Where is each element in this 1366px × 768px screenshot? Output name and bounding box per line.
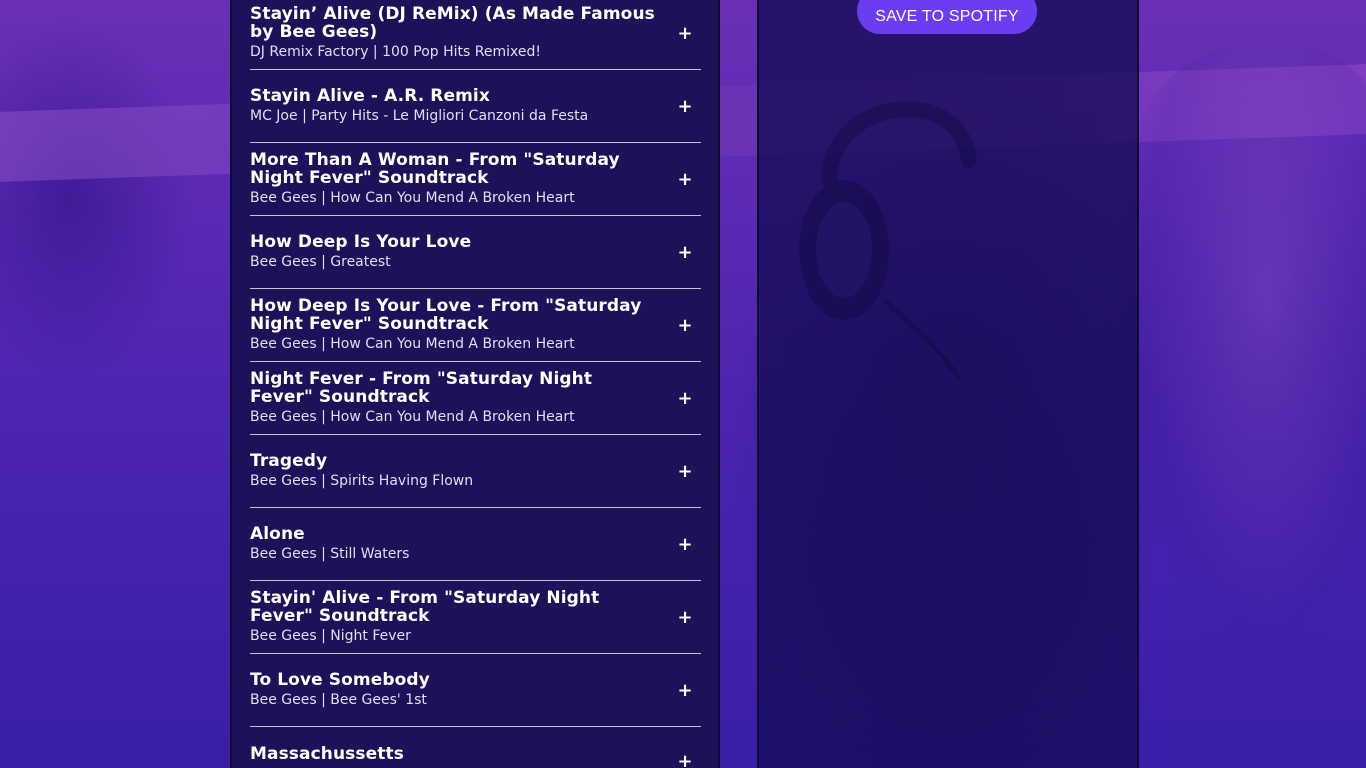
track-item[interactable]: Stayin' Alive - From "Saturday Night Fev… [250, 581, 701, 654]
track-title: Tragedy [250, 451, 328, 471]
track-title: Stayin’ Alive (DJ ReMix) (As Made Famous… [250, 4, 655, 42]
add-track-plus-icon[interactable]: + [677, 315, 693, 336]
track-info: Stayin’ Alive (DJ ReMix) (As Made Famous… [250, 5, 657, 61]
track-artist-album: Bee Gees | Bee Gees' 1st [250, 692, 427, 708]
track-title: Stayin' Alive - From "Saturday Night Fev… [250, 588, 600, 626]
track-artist-album: Bee Gees | How Can You Mend A Broken Hea… [250, 190, 575, 206]
track-title: How Deep Is Your Love [250, 232, 472, 252]
search-results-panel: Stayin’ Alive (DJ ReMix) (As Made Famous… [230, 0, 720, 768]
track-item[interactable]: How Deep Is Your Love - From "Saturday N… [250, 289, 701, 362]
track-item[interactable]: More Than A Woman - From "Saturday Night… [250, 143, 701, 216]
track-info: More Than A Woman - From "Saturday Night… [250, 151, 657, 207]
track-title: Massachussetts [250, 744, 404, 764]
save-to-spotify-button[interactable]: SAVE TO SPOTIFY [857, 0, 1037, 34]
track-artist-album: Bee Gees | How Can You Mend A Broken Hea… [250, 409, 575, 425]
add-track-plus-icon[interactable]: + [677, 388, 693, 409]
headphones-icon [799, 101, 977, 380]
track-artist-album: Bee Gees | Night Fever [250, 628, 411, 644]
add-track-plus-icon[interactable]: + [677, 242, 693, 263]
track-info: Stayin Alive - A.R. Remix MC Joe | Party… [250, 87, 657, 125]
add-track-plus-icon[interactable]: + [677, 23, 693, 44]
track-title: Stayin Alive - A.R. Remix [250, 86, 490, 106]
add-track-plus-icon[interactable]: + [677, 169, 693, 190]
track-info: How Deep Is Your Love Bee Gees | Greates… [250, 233, 657, 271]
track-artist-album: Bee Gees | Still Waters [250, 546, 410, 562]
track-info: To Love Somebody Bee Gees | Bee Gees' 1s… [250, 671, 657, 709]
track-title: To Love Somebody [250, 670, 430, 690]
playlist-panel: SAVE TO SPOTIFY [757, 0, 1139, 768]
track-item[interactable]: To Love Somebody Bee Gees | Bee Gees' 1s… [250, 654, 701, 727]
track-item[interactable]: How Deep Is Your Love Bee Gees | Greates… [250, 216, 701, 289]
track-title: Night Fever - From "Saturday Night Fever… [250, 369, 593, 407]
add-track-plus-icon[interactable]: + [677, 461, 693, 482]
track-item[interactable]: Alone Bee Gees | Still Waters + [250, 508, 701, 581]
track-title: Alone [250, 524, 305, 544]
track-info: Massachussetts [250, 745, 657, 765]
add-track-plus-icon[interactable]: + [677, 534, 693, 555]
track-info: Stayin' Alive - From "Saturday Night Fev… [250, 589, 657, 645]
add-track-plus-icon[interactable]: + [677, 751, 693, 768]
track-info: Night Fever - From "Saturday Night Fever… [250, 370, 657, 426]
track-item[interactable]: Night Fever - From "Saturday Night Fever… [250, 362, 701, 435]
track-artist-album: Bee Gees | How Can You Mend A Broken Hea… [250, 336, 575, 352]
add-track-plus-icon[interactable]: + [677, 96, 693, 117]
track-info: Alone Bee Gees | Still Waters [250, 525, 657, 563]
track-item[interactable]: Tragedy Bee Gees | Spirits Having Flown … [250, 435, 701, 508]
track-item[interactable]: Stayin’ Alive (DJ ReMix) (As Made Famous… [250, 0, 701, 70]
track-artist-album: Bee Gees | Greatest [250, 254, 391, 270]
track-title: How Deep Is Your Love - From "Saturday N… [250, 296, 642, 334]
track-title: More Than A Woman - From "Saturday Night… [250, 150, 620, 188]
track-artist-album: DJ Remix Factory | 100 Pop Hits Remixed! [250, 44, 541, 60]
add-track-plus-icon[interactable]: + [677, 607, 693, 628]
track-info: How Deep Is Your Love - From "Saturday N… [250, 297, 657, 353]
track-artist-album: Bee Gees | Spirits Having Flown [250, 473, 474, 489]
track-artist-album: MC Joe | Party Hits - Le Migliori Canzon… [250, 108, 589, 124]
add-track-plus-icon[interactable]: + [677, 680, 693, 701]
background-face [1126, 40, 1366, 680]
track-item[interactable]: Massachussetts + [250, 727, 701, 768]
track-item[interactable]: Stayin Alive - A.R. Remix MC Joe | Party… [250, 70, 701, 143]
track-info: Tragedy Bee Gees | Spirits Having Flown [250, 452, 657, 490]
